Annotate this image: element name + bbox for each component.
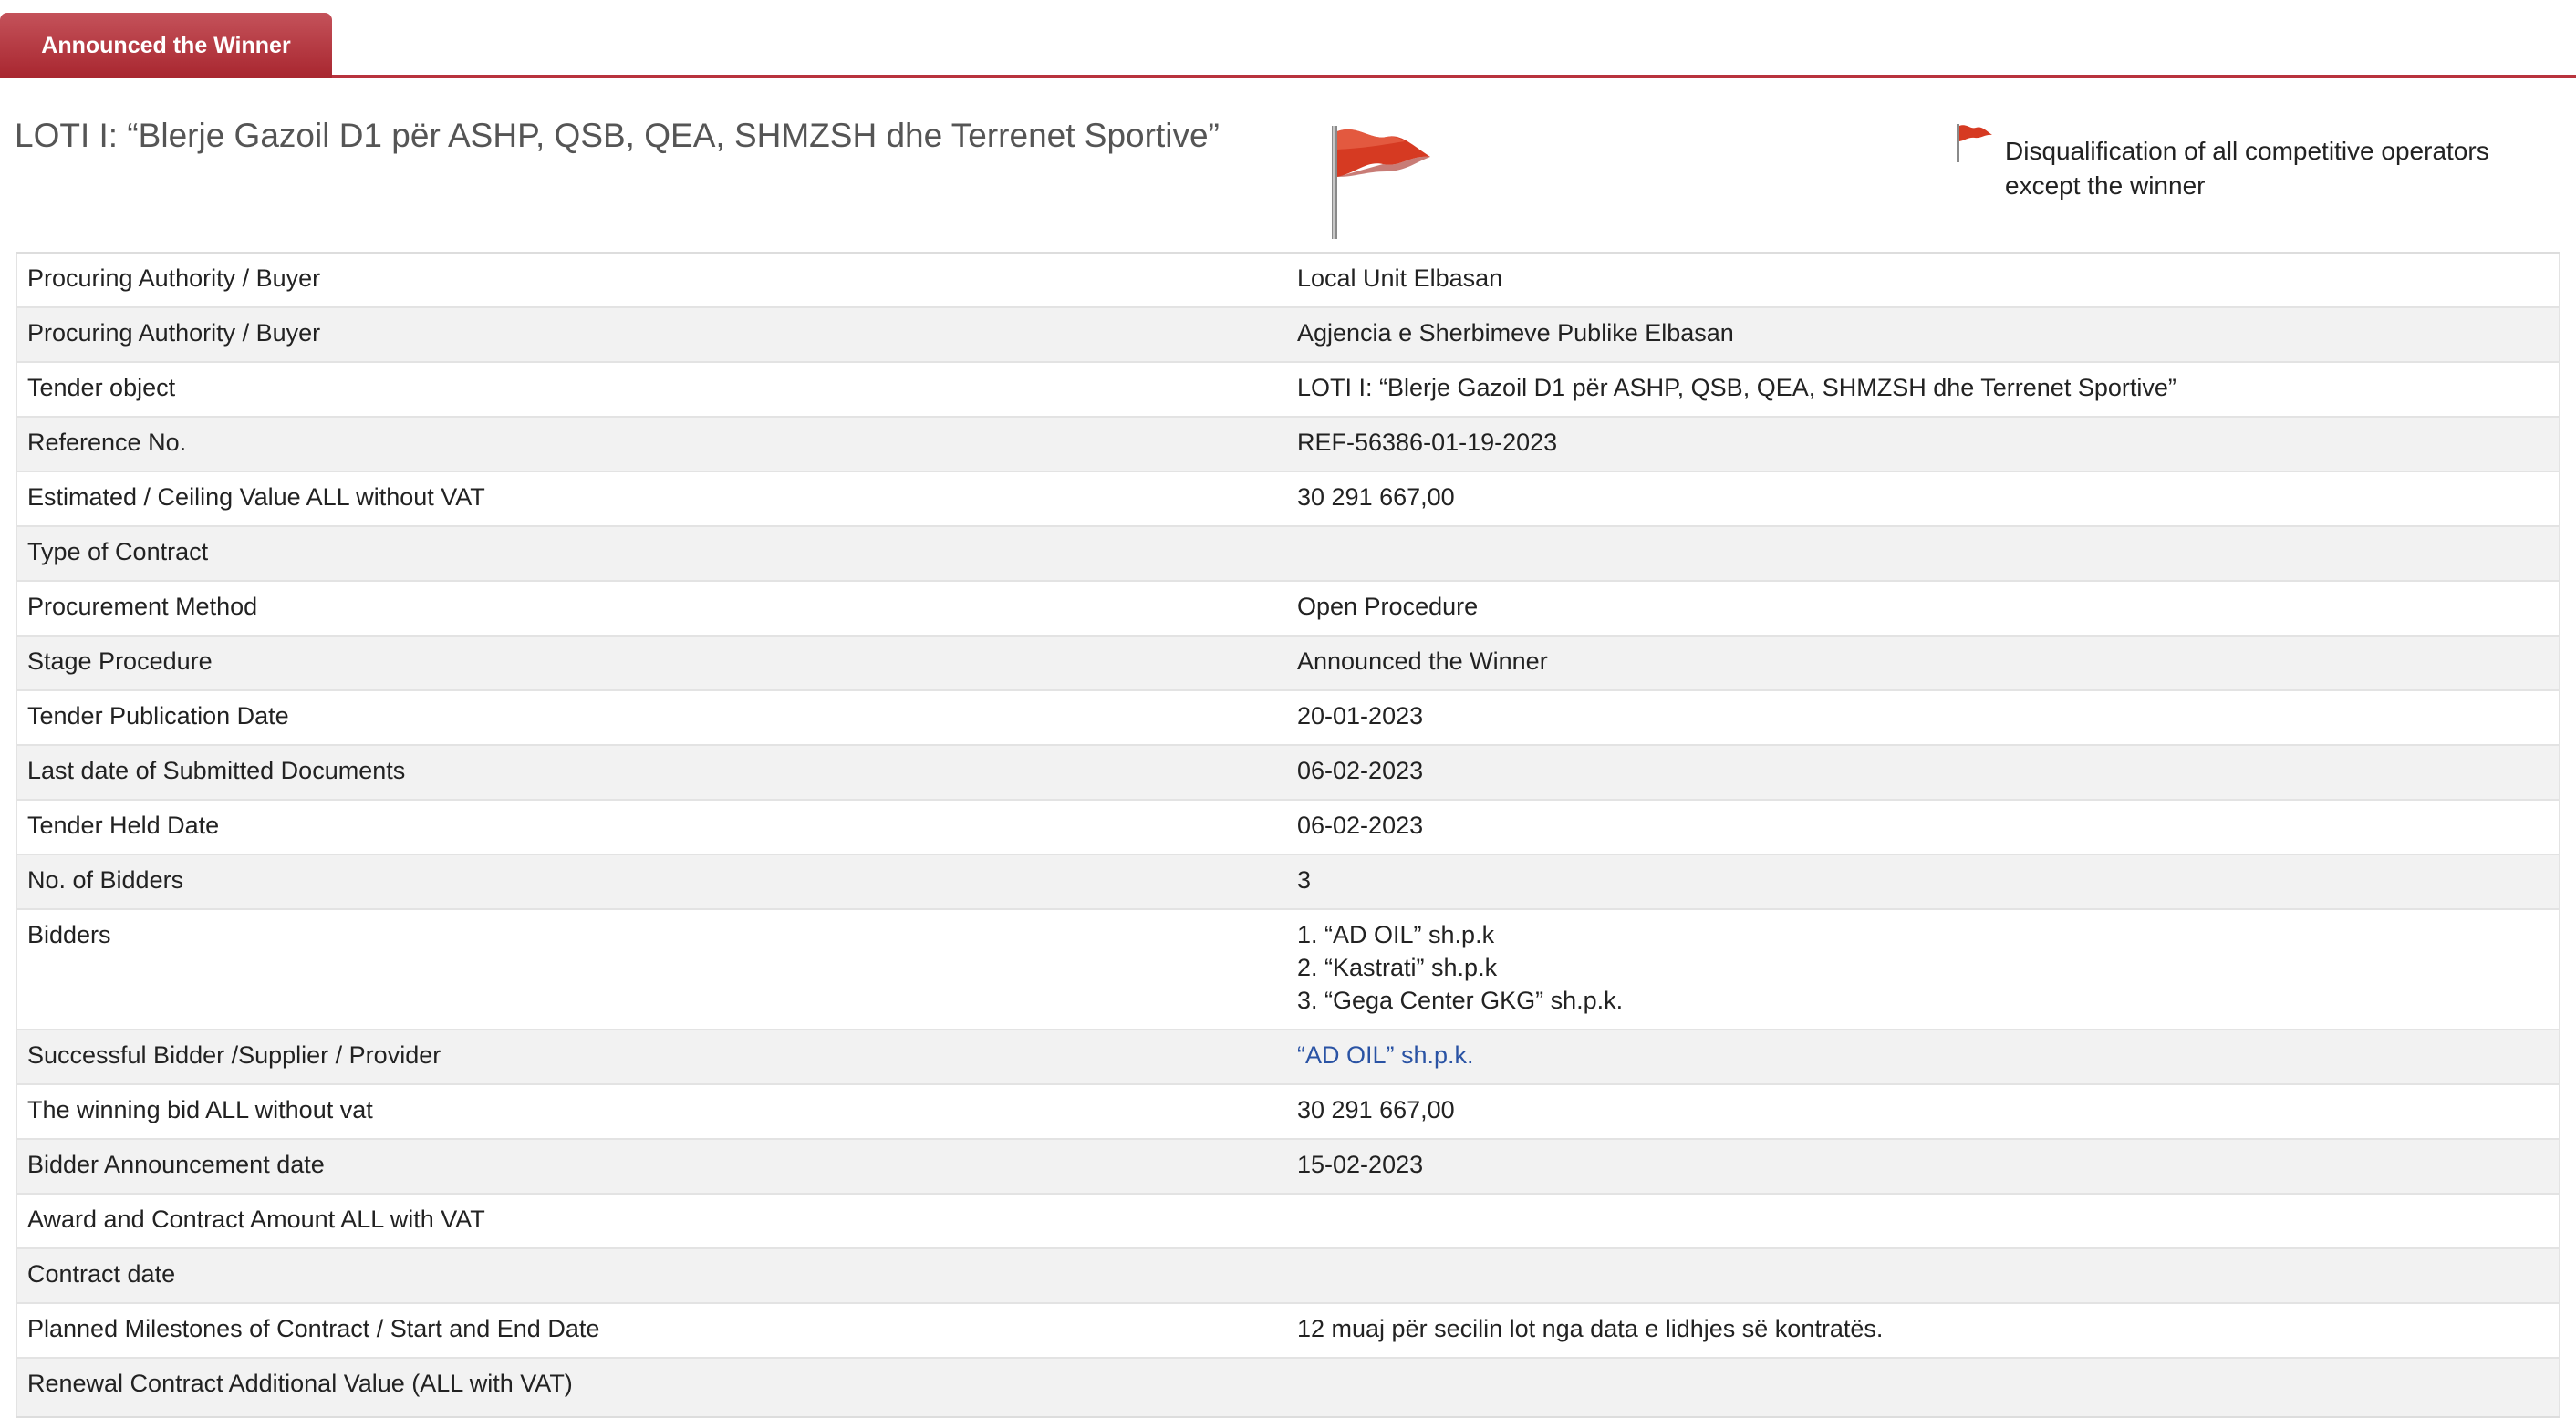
disqualification-note: Disqualification of all competitive oper… (2005, 137, 2489, 200)
small-red-flag-icon (1957, 124, 1992, 162)
row-value: 20-01-2023 (1287, 690, 2560, 746)
row-label: Last date of Submitted Documents (16, 745, 1287, 801)
row-label: Successful Bidder /Supplier / Provider (16, 1030, 1287, 1085)
row-label: Bidders (16, 909, 1287, 1030)
table-row: No. of Bidders 3 (16, 854, 2560, 910)
winner-link[interactable]: “AD OIL” sh.p.k. (1297, 1041, 1474, 1069)
row-label: Planned Milestones of Contract / Start a… (16, 1303, 1287, 1359)
table-row: Estimated / Ceiling Value ALL without VA… (16, 471, 2560, 527)
table-row: Tender Held Date 06-02-2023 (16, 800, 2560, 855)
table-row: Procuring Authority / Buyer Local Unit E… (16, 253, 2560, 308)
table-row: The winning bid ALL without vat 30 291 6… (16, 1084, 2560, 1140)
list-item: 2. “Kastrati” sh.p.k (1297, 954, 1498, 981)
table-row: Stage Procedure Announced the Winner (16, 636, 2560, 691)
table-row: Contract date (16, 1248, 2560, 1304)
row-label: No. of Bidders (16, 854, 1287, 910)
list-item: 1. “AD OIL” sh.p.k (1297, 921, 1495, 948)
row-value: REF-56386-01-19-2023 (1287, 417, 2560, 472)
table-row: Type of Contract (16, 526, 2560, 582)
table-row: Tender Publication Date 20-01-2023 (16, 690, 2560, 746)
table-row: Reference No. REF-56386-01-19-2023 (16, 417, 2560, 472)
table-row: Procuring Authority / Buyer Agjencia e S… (16, 307, 2560, 363)
red-flag-icon (1332, 126, 1430, 239)
row-label: Reference No. (16, 417, 1287, 472)
table-row: Tender object LOTI I: “Blerje Gazoil D1 … (16, 362, 2560, 418)
bidders-list: 1. “AD OIL” sh.p.k 2. “Kastrati” sh.p.k … (1287, 909, 2560, 1030)
row-value: 06-02-2023 (1287, 800, 2560, 855)
row-label: Stage Procedure (16, 636, 1287, 691)
row-label: Contract date (16, 1248, 1287, 1304)
row-label: Bidder Announcement date (16, 1139, 1287, 1195)
tab-bar: Announced the Winner (0, 0, 2576, 78)
row-value (1287, 1358, 2560, 1418)
row-value: 12 muaj për secilin lot nga data e lidhj… (1287, 1303, 2560, 1359)
row-value (1287, 1194, 2560, 1249)
row-value: Announced the Winner (1287, 636, 2560, 691)
row-value (1287, 526, 2560, 582)
row-value: Open Procedure (1287, 581, 2560, 637)
table-row: Renewal Contract Additional Value (ALL w… (16, 1358, 2560, 1418)
tab-announced-winner[interactable]: Announced the Winner (0, 13, 332, 78)
row-value: LOTI I: “Blerje Gazoil D1 për ASHP, QSB,… (1287, 362, 2560, 418)
table-row: Last date of Submitted Documents 06-02-2… (16, 745, 2560, 801)
row-label: The winning bid ALL without vat (16, 1084, 1287, 1140)
row-value: “AD OIL” sh.p.k. (1287, 1030, 2560, 1085)
row-label: Tender object (16, 362, 1287, 418)
row-value: Local Unit Elbasan (1287, 253, 2560, 308)
table-row: Successful Bidder /Supplier / Provider “… (16, 1030, 2560, 1085)
row-label: Renewal Contract Additional Value (ALL w… (16, 1358, 1287, 1418)
row-label: Tender Held Date (16, 800, 1287, 855)
row-label: Procurement Method (16, 581, 1287, 637)
tender-details-table: Procuring Authority / Buyer Local Unit E… (16, 252, 2560, 1418)
row-value: Agjencia e Sherbimeve Publike Elbasan (1287, 307, 2560, 363)
row-value: 15-02-2023 (1287, 1139, 2560, 1195)
row-label: Tender Publication Date (16, 690, 1287, 746)
row-label: Procuring Authority / Buyer (16, 307, 1287, 363)
row-value: 30 291 667,00 (1287, 471, 2560, 527)
row-label: Type of Contract (16, 526, 1287, 582)
row-value (1287, 1248, 2560, 1304)
page-title: LOTI I: “Blerje Gazoil D1 për ASHP, QSB,… (15, 117, 1220, 154)
table-row: Planned Milestones of Contract / Start a… (16, 1303, 2560, 1359)
table-row: Bidders 1. “AD OIL” sh.p.k 2. “Kastrati”… (16, 909, 2560, 1030)
row-value: 30 291 667,00 (1287, 1084, 2560, 1140)
table-row: Award and Contract Amount ALL with VAT (16, 1194, 2560, 1249)
table-row: Procurement Method Open Procedure (16, 581, 2560, 637)
list-item: 3. “Gega Center GKG” sh.p.k. (1297, 987, 1624, 1014)
row-value: 06-02-2023 (1287, 745, 2560, 801)
row-value: 3 (1287, 854, 2560, 910)
row-label: Procuring Authority / Buyer (16, 253, 1287, 308)
row-label: Award and Contract Amount ALL with VAT (16, 1194, 1287, 1249)
table-row: Bidder Announcement date 15-02-2023 (16, 1139, 2560, 1195)
row-label: Estimated / Ceiling Value ALL without VA… (16, 471, 1287, 527)
